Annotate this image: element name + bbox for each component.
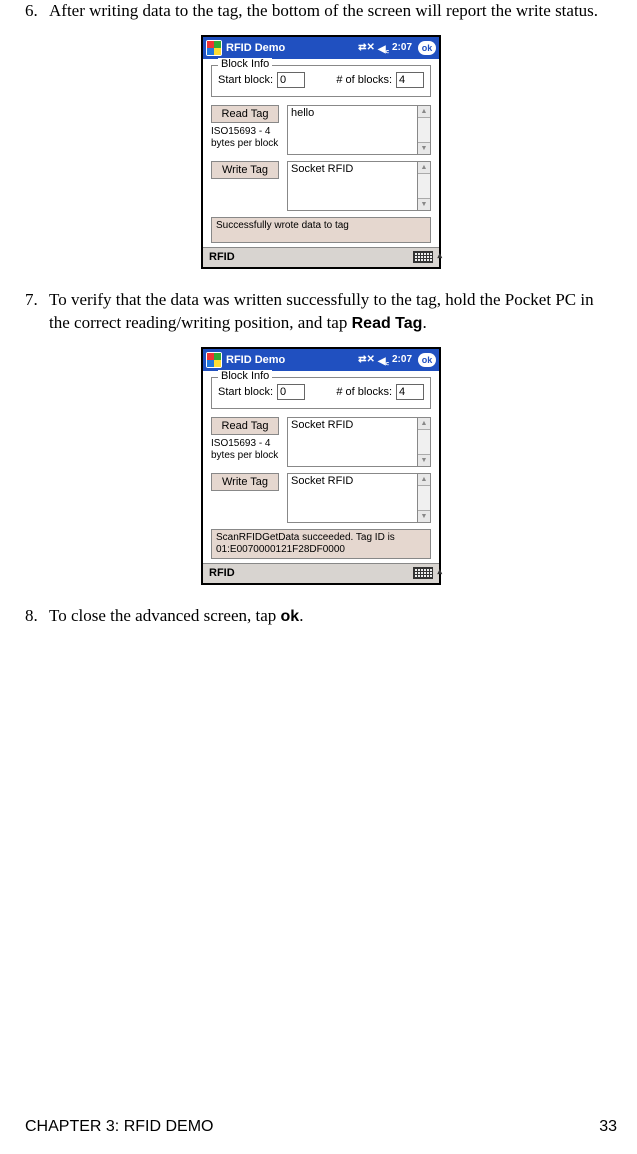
action-label: ok xyxy=(281,608,300,625)
block-info-group: Block Info Start block: # of blocks: xyxy=(211,65,431,97)
tag-info-text: ISO15693 - 4 bytes per block xyxy=(211,438,281,462)
step-text: After writing data to the tag, the botto… xyxy=(49,0,617,23)
clock: 2:07 xyxy=(392,42,412,53)
keyboard-icon[interactable] xyxy=(413,251,433,263)
page-number: 33 xyxy=(599,1118,617,1136)
clock: 2:07 xyxy=(392,354,412,365)
read-tag-button[interactable]: Read Tag xyxy=(211,105,279,123)
device-window: RFID Demo ⇄✕ ◀꜀ 2:07 ok Block Info Start… xyxy=(201,347,441,585)
scrollbar[interactable]: ▲ ▼ xyxy=(417,161,431,211)
write-input-textarea[interactable]: Socket RFID xyxy=(287,473,417,523)
bottom-bar-label[interactable]: RFID xyxy=(209,567,235,579)
num-blocks-input[interactable] xyxy=(396,72,424,88)
step-number: 8. xyxy=(25,605,49,628)
start-icon[interactable] xyxy=(206,352,222,368)
screenshot-2: RFID Demo ⇄✕ ◀꜀ 2:07 ok Block Info Start… xyxy=(25,347,617,585)
num-blocks-input[interactable] xyxy=(396,384,424,400)
page-footer: CHAPTER 3: RFID DEMO 33 xyxy=(25,1118,617,1136)
write-tag-button[interactable]: Write Tag xyxy=(211,161,279,179)
scrollbar[interactable]: ▲ ▼ xyxy=(417,105,431,155)
read-output-textarea[interactable]: hello xyxy=(287,105,417,155)
scroll-up-icon[interactable]: ▲ xyxy=(418,162,430,174)
ok-button[interactable]: ok xyxy=(418,353,436,367)
keyboard-icon[interactable] xyxy=(413,567,433,579)
app-title: RFID Demo xyxy=(226,42,358,54)
step-6: 6. After writing data to the tag, the bo… xyxy=(25,0,617,23)
start-block-label: Start block: xyxy=(218,386,273,398)
bottom-bar: RFID xyxy=(203,563,439,583)
connectivity-icon[interactable]: ⇄✕ xyxy=(358,42,375,53)
tag-info-text: ISO15693 - 4 bytes per block xyxy=(211,126,281,150)
step-text: To close the advanced screen, tap ok. xyxy=(49,605,617,628)
scroll-track[interactable] xyxy=(418,174,430,198)
device-window: RFID Demo ⇄✕ ◀꜀ 2:07 ok Block Info Start… xyxy=(201,35,441,269)
connectivity-icon[interactable]: ⇄✕ xyxy=(358,354,375,365)
scroll-down-icon[interactable]: ▼ xyxy=(418,142,430,154)
step-number: 6. xyxy=(25,0,49,23)
start-block-label: Start block: xyxy=(218,74,273,86)
scroll-track[interactable] xyxy=(418,486,430,510)
step-text: To verify that the data was written succ… xyxy=(49,289,617,335)
scroll-up-icon[interactable]: ▲ xyxy=(418,418,430,430)
status-message: Successfully wrote data to tag xyxy=(211,217,431,243)
scrollbar[interactable]: ▲ ▼ xyxy=(417,417,431,467)
chapter-label: CHAPTER 3: RFID DEMO xyxy=(25,1118,213,1136)
num-blocks-label: # of blocks: xyxy=(336,386,392,398)
read-tag-button[interactable]: Read Tag xyxy=(211,417,279,435)
block-info-legend: Block Info xyxy=(218,58,272,70)
screenshot-1: RFID Demo ⇄✕ ◀꜀ 2:07 ok Block Info Start… xyxy=(25,35,617,269)
write-tag-button[interactable]: Write Tag xyxy=(211,473,279,491)
bottom-bar: RFID xyxy=(203,247,439,267)
speaker-icon[interactable]: ◀꜀ xyxy=(378,41,389,55)
scroll-down-icon[interactable]: ▼ xyxy=(418,454,430,466)
scroll-track[interactable] xyxy=(418,118,430,142)
write-input-textarea[interactable]: Socket RFID xyxy=(287,161,417,211)
scroll-down-icon[interactable]: ▼ xyxy=(418,198,430,210)
scrollbar[interactable]: ▲ ▼ xyxy=(417,473,431,523)
step-number: 7. xyxy=(25,289,49,335)
step-8: 8. To close the advanced screen, tap ok. xyxy=(25,605,617,628)
start-block-input[interactable] xyxy=(277,384,305,400)
app-title: RFID Demo xyxy=(226,354,358,366)
start-block-input[interactable] xyxy=(277,72,305,88)
status-icons: ⇄✕ ◀꜀ 2:07 ok xyxy=(358,353,436,367)
app-body: Block Info Start block: # of blocks: Rea… xyxy=(203,371,439,563)
start-icon[interactable] xyxy=(206,40,222,56)
ok-button[interactable]: ok xyxy=(418,41,436,55)
action-label: Read Tag xyxy=(352,315,423,332)
status-icons: ⇄✕ ◀꜀ 2:07 ok xyxy=(358,41,436,55)
app-body: Block Info Start block: # of blocks: Rea… xyxy=(203,59,439,247)
bottom-bar-label[interactable]: RFID xyxy=(209,251,235,263)
step-7: 7. To verify that the data was written s… xyxy=(25,289,617,335)
scroll-up-icon[interactable]: ▲ xyxy=(418,106,430,118)
scroll-down-icon[interactable]: ▼ xyxy=(418,510,430,522)
scroll-up-icon[interactable]: ▲ xyxy=(418,474,430,486)
speaker-icon[interactable]: ◀꜀ xyxy=(378,353,389,367)
scroll-track[interactable] xyxy=(418,430,430,454)
read-output-textarea[interactable]: Socket RFID xyxy=(287,417,417,467)
block-info-legend: Block Info xyxy=(218,370,272,382)
status-message: ScanRFIDGetData succeeded. Tag ID is 01:… xyxy=(211,529,431,559)
status-bar: RFID Demo ⇄✕ ◀꜀ 2:07 ok xyxy=(203,37,439,59)
block-info-group: Block Info Start block: # of blocks: xyxy=(211,377,431,409)
status-bar: RFID Demo ⇄✕ ◀꜀ 2:07 ok xyxy=(203,349,439,371)
num-blocks-label: # of blocks: xyxy=(336,74,392,86)
